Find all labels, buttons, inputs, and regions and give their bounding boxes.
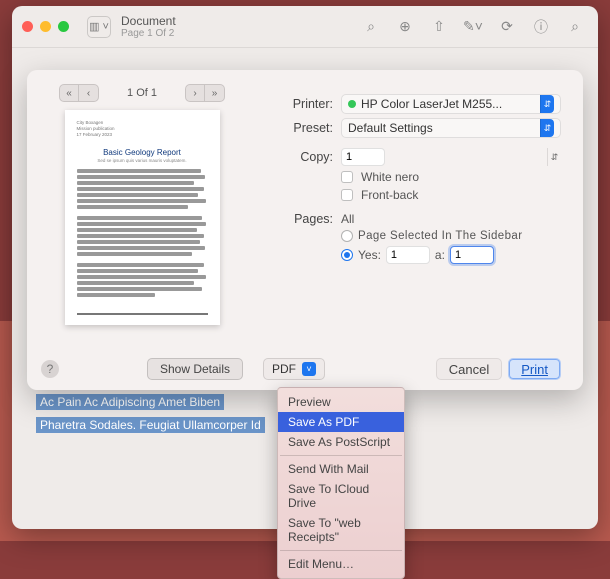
- menu-save-ps[interactable]: Save As PostScript: [278, 432, 404, 452]
- next-page-button[interactable]: ›: [185, 84, 205, 102]
- pages-all: All: [341, 212, 354, 226]
- printer-select[interactable]: HP Color LaserJet M255... ⇵: [341, 94, 561, 114]
- first-prev-buttons: « ‹: [59, 84, 99, 102]
- pages-selected-label: Page Selected In The Sidebar: [358, 230, 522, 242]
- preset-label: Preset:: [263, 121, 333, 135]
- printer-label: Printer:: [263, 97, 333, 111]
- doc-title: Document: [121, 14, 176, 28]
- pages-selected-radio[interactable]: [341, 230, 353, 242]
- cancel-button[interactable]: Cancel: [436, 358, 502, 380]
- show-details-button[interactable]: Show Details: [147, 358, 243, 380]
- printer-status-icon: [348, 100, 356, 108]
- minimize-window[interactable]: [40, 21, 51, 32]
- window-controls: [22, 21, 69, 32]
- hyperlink-span[interactable]: Ac Pain Ac Adipiscing Amet Biben: [36, 394, 224, 410]
- share-icon[interactable]: ⇧: [430, 18, 448, 36]
- chevron-updown-icon: ⇵: [540, 119, 554, 137]
- toolbar-right: ⌕ ⊕ ⇧ ✎˅ ⟳ ⓘ ⌕: [362, 18, 584, 36]
- thumb-sub: Sed se ipsum quis varius mauris voluptat…: [77, 158, 208, 163]
- print-options-pane: Printer: HP Color LaserJet M255... ⇵ Pre…: [257, 70, 583, 390]
- zoom-icon[interactable]: ⊕: [396, 18, 414, 36]
- pages-to-label: a:: [435, 248, 445, 262]
- close-window[interactable]: [22, 21, 33, 32]
- menu-preview[interactable]: Preview: [278, 392, 404, 412]
- print-preview-pane: « ‹ 1 Of 1 › » City BoxagenMission publi…: [27, 70, 257, 390]
- copies-label: Copy:: [263, 150, 333, 164]
- doc-subtitle: Page 1 Of 2: [121, 28, 176, 39]
- menu-edit[interactable]: Edit Menu…: [278, 554, 404, 574]
- page-indicator: 1 Of 1: [127, 87, 157, 99]
- zoom-window[interactable]: [58, 21, 69, 32]
- chevron-updown-icon: ⇵: [540, 95, 554, 113]
- search-icon[interactable]: ⌕: [362, 18, 380, 36]
- menu-separator: [280, 550, 402, 551]
- bw-checkbox[interactable]: [341, 171, 353, 183]
- copies-input[interactable]: [341, 148, 385, 166]
- help-button[interactable]: ?: [41, 360, 59, 378]
- pages-label: Pages:: [263, 212, 333, 226]
- print-button[interactable]: Print: [508, 358, 561, 380]
- menu-save-pdf[interactable]: Save As PDF: [278, 412, 404, 432]
- twosided-checkbox[interactable]: [341, 189, 353, 201]
- thumb-title: Basic Geology Report: [77, 148, 208, 157]
- menu-separator: [280, 455, 402, 456]
- menu-save-icloud[interactable]: Save To ICloud Drive: [278, 479, 404, 513]
- rotate-icon[interactable]: ⟳: [498, 18, 516, 36]
- highlight-icon[interactable]: ✎˅: [464, 18, 482, 36]
- pages-range-label: Yes:: [358, 248, 381, 262]
- sidebar-toggle[interactable]: ▥ ˅: [87, 16, 111, 38]
- print-dialog: « ‹ 1 Of 1 › » City BoxagenMission publi…: [27, 70, 583, 390]
- chevron-down-icon: ˅: [302, 362, 316, 376]
- pdf-dropdown[interactable]: PDF ˅: [263, 358, 325, 380]
- next-last-buttons: › »: [185, 84, 225, 102]
- hyperlink-span[interactable]: Pharetra Sodales. Feugiat Ullamcorper Id: [36, 417, 265, 433]
- last-page-button[interactable]: »: [205, 84, 225, 102]
- pages-from-input[interactable]: [386, 246, 430, 264]
- menu-save-web[interactable]: Save To "web Receipts": [278, 513, 404, 547]
- pdf-menu: Preview Save As PDF Save As PostScript S…: [277, 387, 405, 579]
- page-thumbnail: City BoxagenMission publication17 Februa…: [65, 110, 220, 325]
- menu-send-mail[interactable]: Send With Mail: [278, 459, 404, 479]
- bw-label: White nero: [361, 170, 419, 184]
- pages-range-radio[interactable]: [341, 249, 353, 261]
- doc-title-block: Document Page 1 Of 2: [121, 14, 176, 39]
- copies-stepper[interactable]: ⇵: [547, 148, 561, 166]
- twosided-label: Front-back: [361, 188, 418, 202]
- prev-page-button[interactable]: ‹: [79, 84, 99, 102]
- search2-icon[interactable]: ⌕: [566, 18, 584, 36]
- preset-select[interactable]: Default Settings ⇵: [341, 118, 561, 138]
- markup-icon[interactable]: ⓘ: [532, 18, 550, 36]
- pages-to-input[interactable]: [450, 246, 494, 264]
- first-page-button[interactable]: «: [59, 84, 79, 102]
- titlebar: ▥ ˅ Document Page 1 Of 2 ⌕ ⊕ ⇧ ✎˅ ⟳ ⓘ ⌕: [12, 6, 598, 48]
